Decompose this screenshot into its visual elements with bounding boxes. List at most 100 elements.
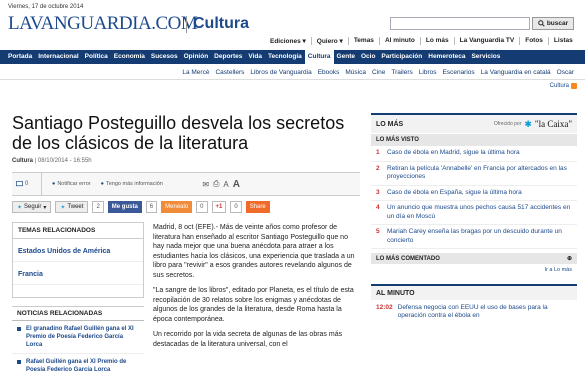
font-larger-icon[interactable]: A [233,179,240,190]
rss-icon [571,83,577,89]
top-link-temas[interactable]: Temas [347,37,379,45]
search-button[interactable]: buscar [532,17,574,30]
most-viewed-item[interactable]: 3 Caso de ébola en España, sigue la últim… [371,186,577,201]
nav-ocio[interactable]: Ocio [358,50,378,64]
tweet-button[interactable]: ✦ Tweet [55,201,89,213]
seguir-label: Seguir [24,204,42,210]
subnav-cine[interactable]: Cine [369,66,388,79]
rank-number: 1 [376,149,380,156]
notify-error-link[interactable]: ● Notificar error [42,181,91,187]
seguir-button[interactable]: ✦ Seguir ▾ [12,201,52,213]
chevron-down-icon: ▾ [43,204,47,211]
nav-cultura[interactable]: Cultura [304,50,334,64]
al-minuto-title: AL MINUTO [371,284,577,300]
email-icon[interactable]: ✉ [202,180,209,189]
most-viewed-link: Retiran la película 'Annabelle' en Franc… [387,164,567,181]
most-viewed-link: Mariah Carey enseña las bragas por un de… [387,228,562,244]
lo-mas-header: LO MÁS Ofrecido por ✱ "la Caixa" [371,113,577,133]
subnav-escenarios[interactable]: Escenarios [440,66,478,79]
breadcrumb[interactable]: Cultura [550,83,577,89]
subnav-musica[interactable]: Música [342,66,369,79]
search-icon [538,20,545,27]
byline-datetime: 08/10/2014 - 16:55h [37,158,92,164]
related-news: NOTICIAS RELACIONADAS El granadino Rafae… [12,306,144,378]
minute-item[interactable]: 12:02 Defensa negocia con EEUU el uso de… [371,300,577,324]
most-viewed-link: Un anuncio que muestra unos pechos causa… [387,204,571,220]
share-button[interactable]: Share [245,201,270,213]
related-topics: TEMAS RELACIONADOS Estados Unidos de Amé… [12,222,144,298]
top-link-quiero[interactable]: Quiero ▾ [310,37,348,45]
comments-count-value: 0 [25,181,29,187]
sponsor-name: "la Caixa" [534,119,572,129]
notify-error-label: Notificar error [57,181,91,187]
byline-section[interactable]: Cultura [12,158,33,164]
nav-participacion[interactable]: Participación [378,50,425,64]
font-smaller-icon[interactable]: A [223,180,228,189]
section-title[interactable]: Cultura [193,15,249,33]
search-button-label: buscar [546,20,569,27]
subnav-lv-catala[interactable]: La Vanguardia en catalá [478,66,554,79]
top-link-lv-tv[interactable]: La Vanguardia TV [453,37,520,45]
article-paragraph: Madrid, 8 oct (EFE).- Más de veinte años… [153,224,355,279]
related-news-item[interactable]: El granadino Rafael Guillén gana el XI P… [12,321,144,354]
nav-politica[interactable]: Política [82,50,111,64]
article-tools: ✉ ⎙ A A [202,179,360,190]
facebook-like-button[interactable]: Me gusta [107,201,142,213]
print-icon[interactable]: ⎙ [213,179,219,189]
comments-count[interactable]: 0 [12,173,42,195]
top-link-ediciones[interactable]: Ediciones ▾ [265,37,311,45]
main-nav: Portada Internacional Política Economía … [0,50,585,64]
more-link[interactable]: Ir a Lo más [371,264,577,276]
site-logo[interactable]: LAVANGUARDIA.COM [8,13,198,35]
nav-portada[interactable]: Portada [5,50,35,64]
most-viewed-link: Caso de ébola en Madrid, sigue la última… [387,149,520,156]
most-commented-title: LO MÁS COMENTADO [376,255,440,262]
most-commented-tab[interactable]: LO MÁS COMENTADO ⊕ [371,253,577,264]
right-column: LO MÁS Ofrecido por ✱ "la Caixa" LO MÁS … [371,113,577,324]
nav-hemeroteca[interactable]: Hemeroteca [425,50,468,64]
top-link-fotos[interactable]: Fotos [519,37,548,45]
most-viewed-item[interactable]: 1 Caso de ébola en Madrid, sigue la últim… [371,146,577,162]
related-news-item[interactable]: Rafael Guillén gana el XI Premio de Poes… [12,354,144,378]
subnav-ebooks[interactable]: Ebooks [315,66,343,79]
nav-opinion[interactable]: Opinión [181,50,212,64]
sponsor[interactable]: Ofrecido por ✱ "la Caixa" [494,119,572,130]
article-toolbar: 0 ● Notificar error ● Tengo más informac… [12,172,360,196]
related-topic-item[interactable]: Estados Unidos de América [13,239,143,262]
gplus-button[interactable]: +1 [211,201,227,213]
more-info-link[interactable]: ● Tengo más información [91,181,163,187]
nav-economia[interactable]: Economía [111,50,148,64]
facebook-like-count: 6 [145,201,158,213]
logo-divider [186,16,187,33]
subnav-libros[interactable]: Libros [416,66,440,79]
nav-servicios[interactable]: Servicios [468,50,503,64]
most-viewed-title: LO MÁS VISTO [371,134,577,146]
subnav-oscar[interactable]: Oscar [554,66,577,79]
meneame-button[interactable]: Menéalo [161,201,193,213]
most-viewed-item[interactable]: 2 Retiran la película 'Annabelle' en Fran… [371,162,577,186]
nav-vida[interactable]: Vida [245,50,265,64]
top-link-al-minuto[interactable]: Al minuto [378,37,420,45]
sub-nav: La Mercè Castellers Libros de Vanguardia… [0,66,585,80]
search-input[interactable] [390,17,530,30]
nav-gente[interactable]: Gente [334,50,358,64]
top-link-listas[interactable]: Listas [547,37,578,45]
twitter-icon: ✦ [60,204,66,211]
subnav-la-merce[interactable]: La Mercè [179,66,212,79]
nav-internacional[interactable]: Internacional [35,50,81,64]
subnav-castellers[interactable]: Castellers [212,66,247,79]
most-viewed-link: Caso de ébola en España, sigue la última… [387,188,522,196]
article-headline: Santiago Posteguillo desvela los secreto… [12,113,345,153]
minute-text: Defensa negocia con EEUU el uso de bases… [397,304,548,319]
related-topic-item[interactable]: Francia [13,262,143,285]
most-viewed-item[interactable]: 5 Mariah Carey enseña las bragas por un d… [371,225,577,249]
more-info-label: Tengo más información [105,181,163,187]
subnav-libros-de-vanguardia[interactable]: Libros de Vanguardia [247,66,314,79]
top-link-lo-mas[interactable]: Lo más [419,37,454,45]
nav-sucesos[interactable]: Sucesos [148,50,181,64]
nav-deportes[interactable]: Deportes [211,50,245,64]
most-viewed-item[interactable]: 4 Un anuncio que muestra unos pechos caus… [371,201,577,225]
nav-tecnologia[interactable]: Tecnología [265,50,305,64]
subnav-trailers[interactable]: Trailers [388,66,415,79]
breadcrumb-label: Cultura [549,83,569,89]
